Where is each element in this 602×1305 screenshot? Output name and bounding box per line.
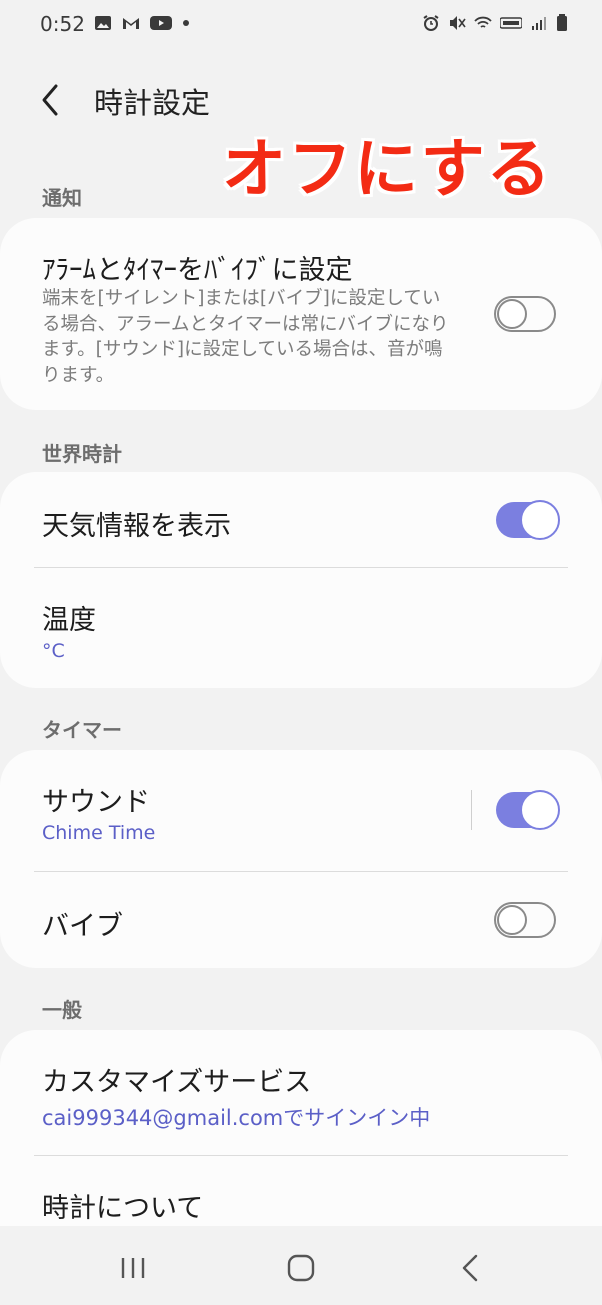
setting-vibrate-alarm-title: ｱﾗｰﾑとﾀｲﾏｰをﾊﾞｲﾌﾞに設定 [42, 255, 353, 286]
home-icon [287, 1254, 315, 1282]
status-bar: 0:52 [0, 0, 602, 52]
setting-vibrate-alarm-desc: 端末を[サイレント]または[バイブ]に設定している場合、アラームとタイマーは常に… [42, 288, 449, 386]
section-label-notify: 通知 [42, 186, 82, 210]
setting-customize-value: cai999344@gmail.comでサインイン中 [42, 1106, 431, 1130]
annotation-text: オフにする [222, 133, 553, 207]
alarm-icon [423, 15, 439, 31]
card-world-clock: 天気情報を表示 温度 °C [0, 472, 602, 688]
nav-back-button[interactable] [446, 1248, 496, 1288]
setting-weather[interactable]: 天気情報を表示 [0, 472, 602, 568]
page-title: 時計設定 [94, 86, 211, 120]
status-time: 0:52 [40, 12, 85, 36]
section-label-general: 一般 [42, 998, 82, 1022]
setting-temperature[interactable]: 温度 °C [0, 568, 602, 688]
vertical-divider [471, 790, 472, 830]
section-label-timer: タイマー [42, 718, 122, 742]
toggle-knob [497, 299, 527, 329]
back-button[interactable] [32, 78, 72, 122]
navigation-bar [0, 1228, 602, 1305]
back-chevron-icon [42, 84, 58, 116]
recent-apps-icon [121, 1258, 145, 1278]
card-general: カスタマイズサービス cai999344@gmail.comでサインイン中 時計… [0, 1030, 602, 1226]
sound-toggle[interactable] [496, 790, 560, 830]
status-left-icons [94, 14, 190, 32]
nav-back-icon [462, 1254, 478, 1282]
setting-customize-title: カスタマイズサービス [42, 1067, 312, 1098]
vibrate-toggle[interactable] [494, 902, 556, 938]
signal-icon [532, 17, 546, 30]
volte-icon [500, 17, 522, 29]
setting-customize[interactable]: カスタマイズサービス cai999344@gmail.comでサインイン中 [0, 1030, 602, 1156]
setting-sound[interactable]: サウンド Chime Time [0, 750, 602, 872]
setting-temperature-value: °C [42, 640, 65, 662]
toggle-knob [520, 790, 560, 830]
gmail-icon [123, 18, 139, 29]
recent-apps-button[interactable] [108, 1248, 158, 1288]
gallery-icon [95, 16, 111, 30]
setting-weather-title: 天気情報を表示 [42, 511, 231, 542]
setting-vibrate-title: バイブ [42, 911, 123, 942]
setting-temperature-title: 温度 [42, 605, 96, 636]
status-right-icons [422, 14, 568, 32]
setting-about[interactable]: 時計について [0, 1156, 602, 1226]
toggle-knob [520, 500, 560, 540]
card-notify: ｱﾗｰﾑとﾀｲﾏｰをﾊﾞｲﾌﾞに設定 端末を[サイレント]または[バイブ]に設定… [0, 218, 602, 410]
dot-icon [183, 20, 189, 26]
setting-about-title: 時計について [42, 1193, 204, 1224]
home-button[interactable] [276, 1248, 326, 1288]
weather-toggle[interactable] [496, 500, 560, 540]
card-timer: サウンド Chime Time バイブ [0, 750, 602, 968]
toggle-knob [497, 905, 527, 935]
youtube-icon [150, 16, 172, 30]
setting-sound-value: Chime Time [42, 822, 156, 844]
setting-sound-title: サウンド [42, 787, 150, 818]
setting-vibrate[interactable]: バイブ [0, 872, 602, 968]
vibrate-alarm-toggle[interactable] [494, 296, 556, 332]
section-label-world-clock: 世界時計 [42, 442, 122, 466]
battery-icon [557, 14, 567, 31]
mute-vibrate-icon [450, 16, 466, 30]
wifi-icon [474, 16, 492, 28]
setting-vibrate-alarm[interactable]: ｱﾗｰﾑとﾀｲﾏｰをﾊﾞｲﾌﾞに設定 端末を[サイレント]または[バイブ]に設定… [0, 218, 602, 410]
